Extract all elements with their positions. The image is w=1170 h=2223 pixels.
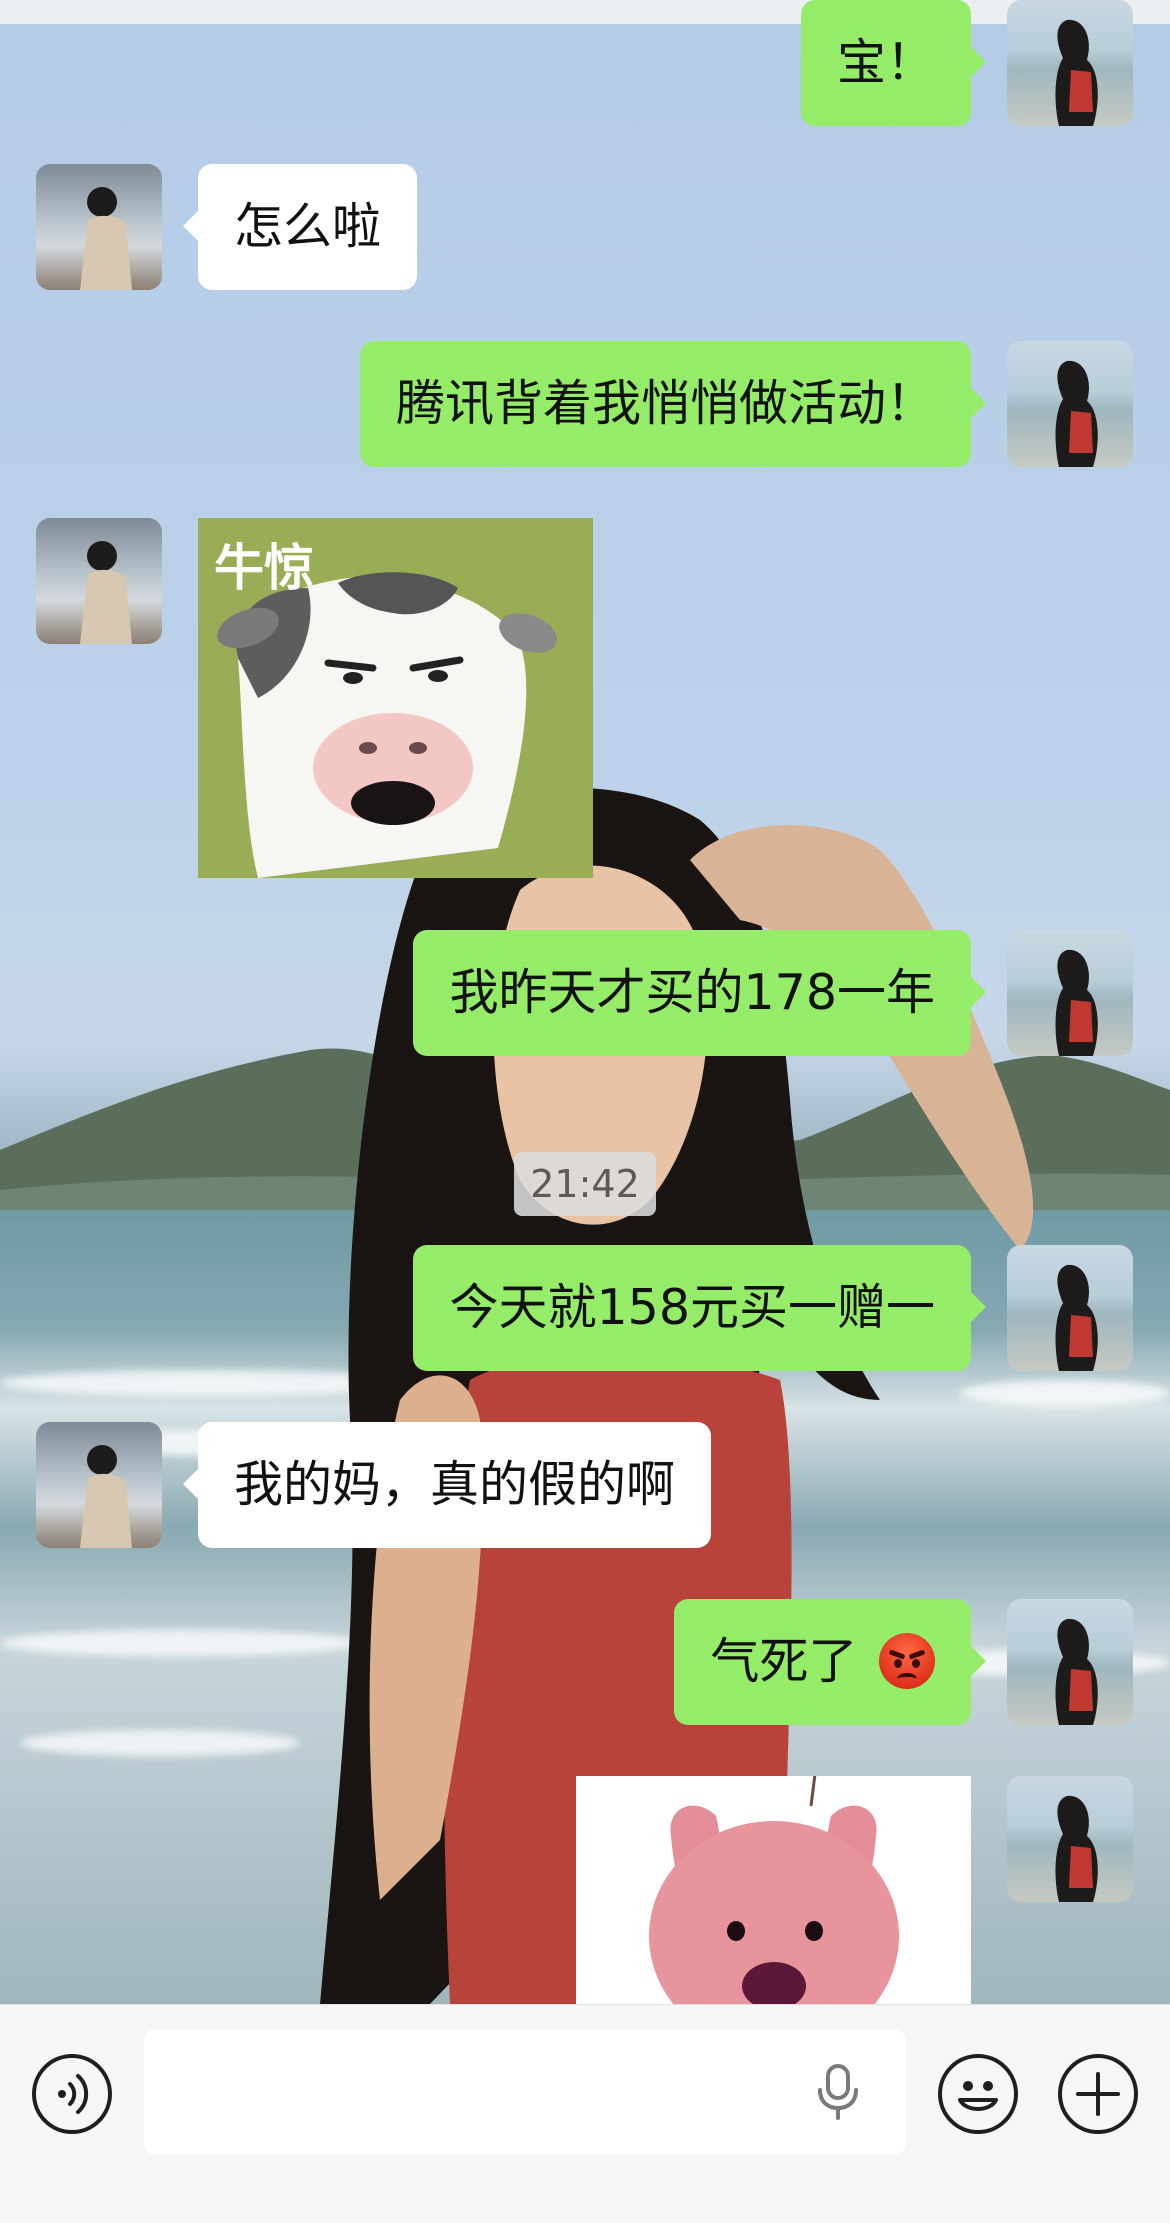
self-avatar[interactable] — [1007, 0, 1133, 126]
message-text: 腾讯背着我悄悄做活动！ — [395, 375, 935, 432]
message-bubble-peer[interactable]: 我的妈，真的假的啊 — [182, 1422, 712, 1548]
message-input[interactable] — [144, 2029, 906, 2155]
angry-face-emoji — [879, 1632, 935, 1689]
self-avatar[interactable] — [1007, 930, 1133, 1056]
microphone-icon[interactable] — [816, 2064, 860, 2120]
pink-bunny-graphic — [576, 1776, 971, 2004]
emoji-icon — [958, 2081, 998, 2111]
self-avatar[interactable] — [1007, 1776, 1133, 1902]
peer-avatar[interactable] — [36, 518, 162, 644]
status-strip — [0, 0, 1170, 24]
message-text: 宝！ — [836, 34, 935, 91]
emoji-button[interactable] — [938, 2054, 1018, 2134]
chat-message-list[interactable]: 宝！ 怎么啦 腾讯背着我悄悄做活动！ 牛惊 我昨天才买的178一年 21:42 … — [0, 0, 1170, 2004]
self-avatar[interactable] — [1007, 1599, 1133, 1725]
chat-input-bar — [0, 2004, 1170, 2223]
plus-icon — [1076, 2072, 1120, 2116]
message-bubble-self[interactable]: 气死了 — [674, 1599, 986, 1725]
message-text: 气死了 — [710, 1633, 858, 1690]
peer-avatar[interactable] — [36, 164, 162, 290]
peer-avatar[interactable] — [36, 1422, 162, 1548]
message-bubble-self[interactable]: 腾讯背着我悄悄做活动！ — [359, 341, 987, 467]
timestamp-label: 21:42 — [514, 1152, 656, 1216]
message-text: 今天就158元买一赠一 — [449, 1279, 935, 1336]
plus-button[interactable] — [1058, 2054, 1138, 2134]
message-bubble-peer[interactable]: 怎么啦 — [182, 164, 418, 290]
bunny-sticker[interactable] — [576, 1776, 971, 2004]
self-avatar[interactable] — [1007, 1245, 1133, 1371]
cow-sticker[interactable]: 牛惊 — [198, 518, 593, 878]
message-text: 我昨天才买的178一年 — [449, 964, 935, 1021]
sticker-caption: 牛惊 — [214, 539, 314, 597]
message-bubble-self[interactable]: 今天就158元买一赠一 — [413, 1245, 986, 1371]
message-text: 怎么啦 — [234, 198, 382, 255]
self-avatar[interactable] — [1007, 341, 1133, 467]
voice-mode-icon — [58, 2074, 89, 2114]
message-text: 我的妈，真的假的啊 — [234, 1456, 676, 1513]
voice-mode-button[interactable] — [32, 2054, 112, 2134]
message-bubble-self[interactable]: 宝！ — [800, 0, 987, 126]
message-bubble-self[interactable]: 我昨天才买的178一年 — [413, 930, 986, 1056]
